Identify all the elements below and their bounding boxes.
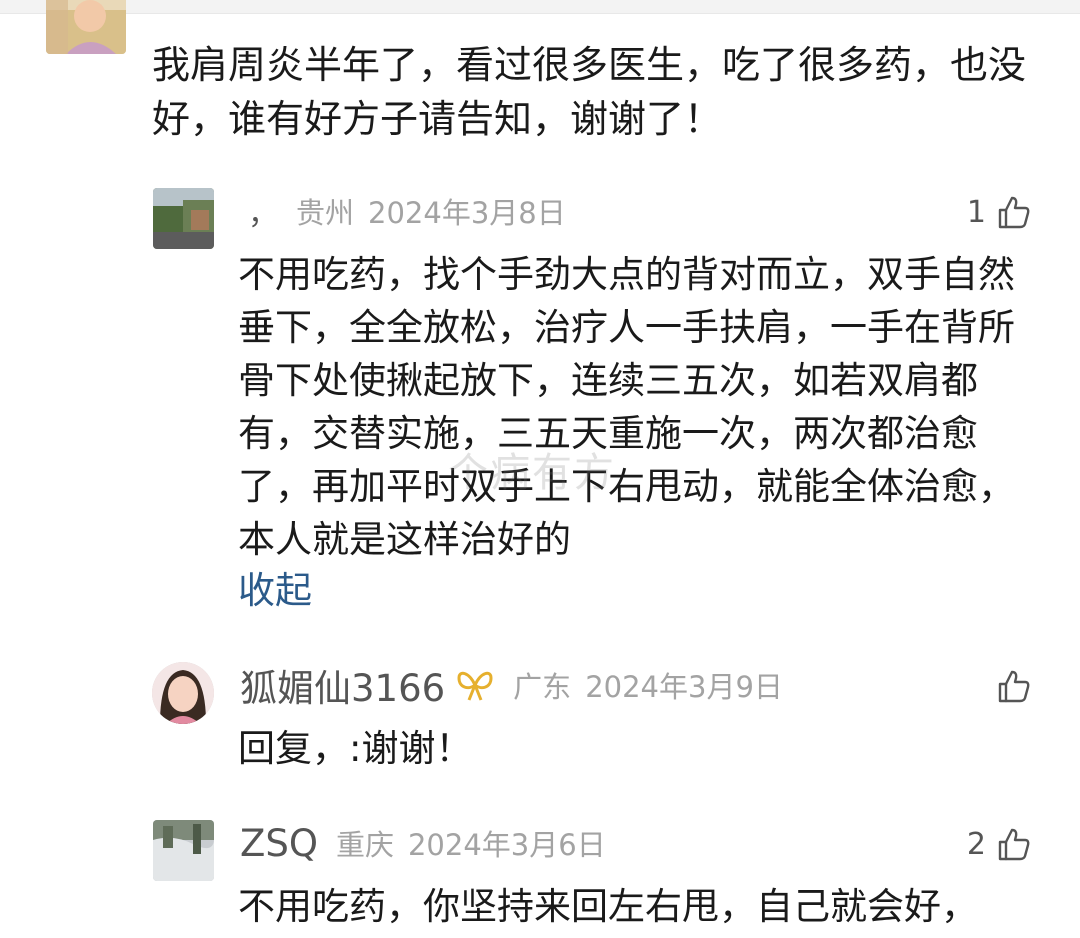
avatar-image: [153, 188, 214, 249]
reply-text: 不用吃药，你坚持来回左右甩，自己就会好，: [238, 885, 978, 928]
thumbs-up-icon: [996, 826, 1032, 862]
vip-ribbon-icon: [455, 668, 495, 702]
name-separator: ，: [248, 197, 278, 232]
reply-location: 贵州: [296, 196, 355, 230]
commenter-avatar[interactable]: [46, 0, 126, 54]
reply-text: 不用吃药，找个手劲大点的背对而立，双手自然垂下，全全放松，治疗人一手扶肩，一手在…: [238, 253, 1015, 561]
reply-location: 广东: [513, 670, 572, 704]
reply-text: 回复，:谢谢！: [238, 727, 473, 770]
reply-avatar[interactable]: [153, 820, 214, 881]
thumbs-up-icon: [996, 194, 1032, 230]
reply-meta: ， 贵州 2024年3月8日: [240, 188, 566, 234]
avatar-image: [152, 662, 214, 724]
like-button[interactable]: 2: [967, 824, 1032, 864]
avatar-image: [153, 820, 214, 881]
reply-date: 2024年3月9日: [585, 670, 783, 704]
top-divider: [0, 0, 1080, 14]
avatar-image: [46, 0, 126, 54]
reply-meta: 狐媚仙3166 广东 2024年3月9日: [240, 662, 783, 710]
reply-author-name[interactable]: 狐媚仙3166: [240, 658, 445, 712]
comment-text: 我肩周炎半年了，看过很多医生，吃了很多药，也没好，谁有好方子请告知，谢谢了！: [152, 43, 1027, 141]
reply-meta: ZSQ 重庆 2024年3月6日: [240, 820, 606, 866]
reply-location: 重庆: [335, 828, 394, 862]
reply-author-name[interactable]: ZSQ: [240, 822, 318, 865]
like-count: 1: [966, 194, 986, 230]
reply-date: 2024年3月6日: [407, 828, 606, 862]
like-button[interactable]: 1: [967, 192, 1032, 232]
reply-avatar[interactable]: [153, 188, 214, 249]
reply-date: 2024年3月8日: [368, 196, 566, 230]
collapse-link[interactable]: 收起: [238, 564, 312, 617]
thumbs-up-icon: [996, 668, 1032, 704]
reply-avatar[interactable]: [152, 662, 214, 724]
like-count: 2: [966, 826, 986, 862]
like-button[interactable]: [986, 666, 1032, 706]
